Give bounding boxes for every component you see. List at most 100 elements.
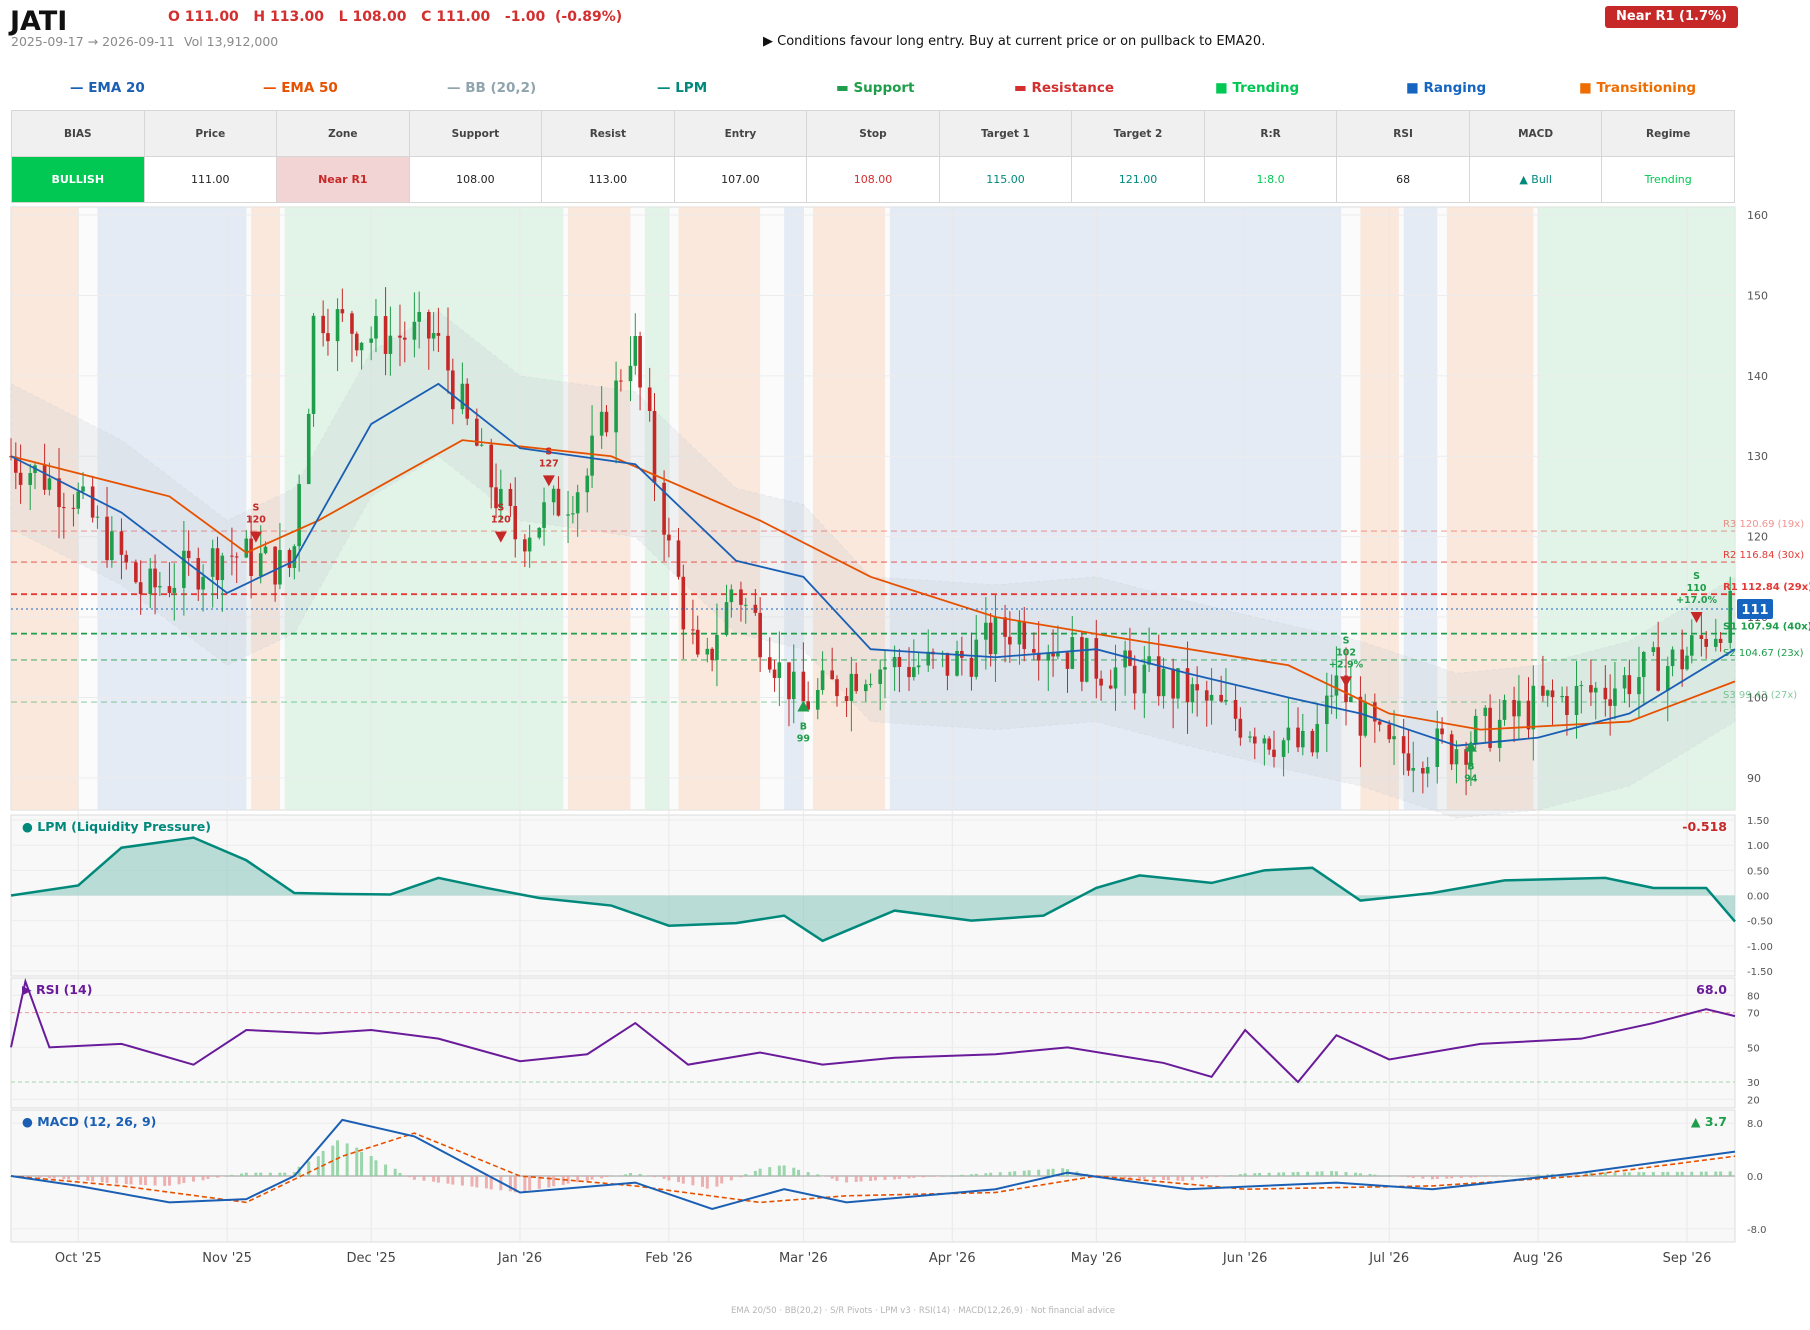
candle-body (729, 589, 734, 603)
candle-body (1728, 590, 1732, 643)
sr-label-2: R1 112.84 (29x) (1723, 582, 1810, 593)
candle-body (148, 568, 153, 595)
candle-body (633, 335, 638, 366)
candle-body (1656, 647, 1660, 691)
candle-body (71, 507, 76, 509)
macd-histogram-bar (1699, 1171, 1703, 1176)
candle-body (234, 556, 239, 558)
candle-body (1685, 655, 1689, 670)
lpm-last-value: -0.518 (1682, 819, 1727, 834)
candle-body (388, 335, 393, 354)
signal-label-0: 120 (246, 515, 266, 526)
candle-body (1541, 685, 1545, 696)
candle-body (158, 586, 162, 588)
candle-body (76, 491, 81, 509)
candle-body (523, 539, 527, 552)
macd-histogram-bar (345, 1143, 349, 1176)
macd-histogram-bar (163, 1176, 167, 1186)
candle-body (835, 679, 839, 697)
sr-label-3: S1 107.94 (40x) (1723, 622, 1810, 633)
rsi-tick-label: 20 (1747, 1095, 1760, 1106)
macd-histogram-bar (1354, 1172, 1358, 1176)
candle-body (787, 662, 791, 700)
macd-tick-label: -8.0 (1747, 1225, 1767, 1236)
candle-body (801, 671, 806, 702)
candle-body (652, 410, 657, 483)
macd-histogram-bar (797, 1169, 801, 1176)
macd-histogram-bar (129, 1176, 133, 1185)
macd-histogram-bar (1205, 1176, 1209, 1179)
price-tick-label: 150 (1747, 289, 1768, 302)
macd-histogram-bar (950, 1175, 954, 1176)
x-tick-label: Jun '26 (1222, 1251, 1268, 1266)
candle-body (182, 550, 186, 588)
candle-body (1065, 652, 1070, 669)
candle-body (614, 380, 618, 433)
macd-histogram-bar (585, 1176, 589, 1181)
macd-histogram-bar (1330, 1171, 1334, 1176)
candle-body (62, 507, 66, 509)
candle-body (691, 629, 695, 631)
candle-body (1171, 668, 1175, 699)
macd-histogram-bar (758, 1168, 762, 1176)
macd-histogram-bar (307, 1161, 311, 1176)
candle-body (1699, 635, 1704, 639)
macd-histogram-bar (422, 1176, 426, 1181)
candle-body (460, 383, 465, 410)
candle-body (1296, 727, 1300, 748)
candle-body (18, 472, 23, 485)
candle-body (1411, 768, 1416, 771)
candle-body (883, 667, 887, 670)
macd-histogram-bar (38, 1176, 42, 1178)
rsi-last-value: 68.0 (1696, 982, 1727, 997)
macd-histogram-bar (283, 1172, 287, 1176)
candle-body (335, 309, 340, 342)
macd-histogram-bar (1128, 1176, 1132, 1179)
candle-body (984, 622, 988, 640)
candle-body (1517, 700, 1521, 717)
candle-body (739, 589, 743, 605)
candle-body (1589, 685, 1593, 693)
macd-histogram-bar (1435, 1176, 1439, 1179)
candle-body (1080, 637, 1084, 682)
macd-histogram-bar (604, 1176, 608, 1177)
macd-histogram-bar (62, 1176, 66, 1180)
lpm-tick-label: -1.50 (1747, 967, 1773, 978)
candle-body (258, 553, 263, 576)
candle-body (28, 473, 33, 485)
candle-body (556, 488, 561, 516)
macd-histogram-bar (259, 1172, 263, 1176)
macd-histogram-bar (989, 1172, 993, 1176)
candle-body (1670, 649, 1675, 667)
macd-histogram-bar (86, 1176, 90, 1181)
candle-body (1435, 728, 1440, 768)
macd-histogram-bar (691, 1176, 695, 1186)
macd-histogram-bar (1637, 1172, 1641, 1176)
candle-body (892, 656, 897, 668)
macd-histogram-bar (115, 1176, 119, 1184)
rsi-tick-label: 80 (1747, 991, 1760, 1002)
candle-body (398, 335, 402, 338)
candle-body (1713, 638, 1718, 647)
macd-histogram-bar (393, 1168, 397, 1176)
macd-histogram-bar (23, 1176, 27, 1177)
signal-label-3: B (800, 721, 807, 732)
candle-body (431, 332, 436, 339)
x-tick-label: Jul '26 (1368, 1251, 1409, 1266)
macd-histogram-bar (432, 1176, 436, 1182)
macd-histogram-bar (1406, 1176, 1410, 1178)
macd-histogram-bar (1320, 1171, 1324, 1176)
macd-histogram-bar (76, 1176, 80, 1181)
candle-body (1315, 723, 1320, 753)
candle-body (1084, 638, 1089, 682)
candle-body (897, 656, 902, 667)
macd-histogram-bar (1469, 1176, 1473, 1178)
candle-body (1334, 675, 1339, 696)
candle-body (359, 342, 364, 351)
macd-histogram-bar (451, 1176, 455, 1185)
macd-histogram-bar (1623, 1172, 1627, 1176)
macd-histogram-bar (1344, 1172, 1348, 1176)
candle-body (542, 502, 546, 528)
candle-body (647, 387, 652, 411)
macd-histogram-bar (1392, 1175, 1396, 1177)
